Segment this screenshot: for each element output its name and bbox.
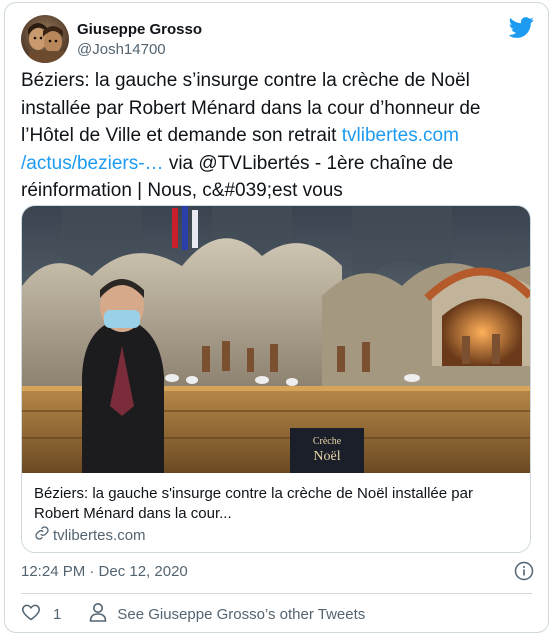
svg-text:Noël: Noël bbox=[313, 449, 340, 464]
preview-title[interactable]: Béziers: la gauche s'insurge contre la c… bbox=[34, 484, 520, 524]
like-button[interactable]: 1 bbox=[21, 602, 61, 626]
avatar[interactable] bbox=[21, 15, 69, 63]
divider bbox=[21, 593, 532, 594]
author-handle[interactable]: @Josh14700 bbox=[77, 41, 166, 58]
timestamp[interactable]: 12:24 PM · Dec 12, 2020 bbox=[21, 563, 188, 580]
preview-domain-text: tvlibertes.com bbox=[53, 526, 146, 544]
like-count: 1 bbox=[53, 605, 62, 623]
svg-text:Crèche: Crèche bbox=[313, 436, 342, 447]
preview-domain[interactable]: tvlibertes.com bbox=[34, 525, 146, 545]
link-preview-card[interactable]: Crèche Noël Béziers: la gauche s'insurge… bbox=[21, 205, 531, 553]
preview-image[interactable]: Crèche Noël bbox=[22, 206, 530, 473]
tweet-text: Béziers: la gauche s’insurge contre la c… bbox=[21, 67, 501, 205]
link-icon bbox=[34, 525, 50, 545]
author-name[interactable]: Giuseppe Grosso bbox=[77, 21, 202, 38]
tweet-card: Giuseppe Grosso @Josh14700 Béziers: la g… bbox=[4, 2, 549, 633]
see-other-tweets-label: See Giuseppe Grosso’s other Tweets bbox=[117, 605, 366, 623]
twitter-bird-icon[interactable] bbox=[508, 17, 534, 38]
person-icon bbox=[89, 602, 107, 626]
info-icon[interactable] bbox=[514, 561, 534, 581]
tweet-actions: 1 See Giuseppe Grosso’s other Tweets bbox=[21, 602, 365, 626]
heart-icon bbox=[21, 602, 41, 626]
see-other-tweets-link[interactable]: See Giuseppe Grosso’s other Tweets bbox=[89, 602, 365, 626]
